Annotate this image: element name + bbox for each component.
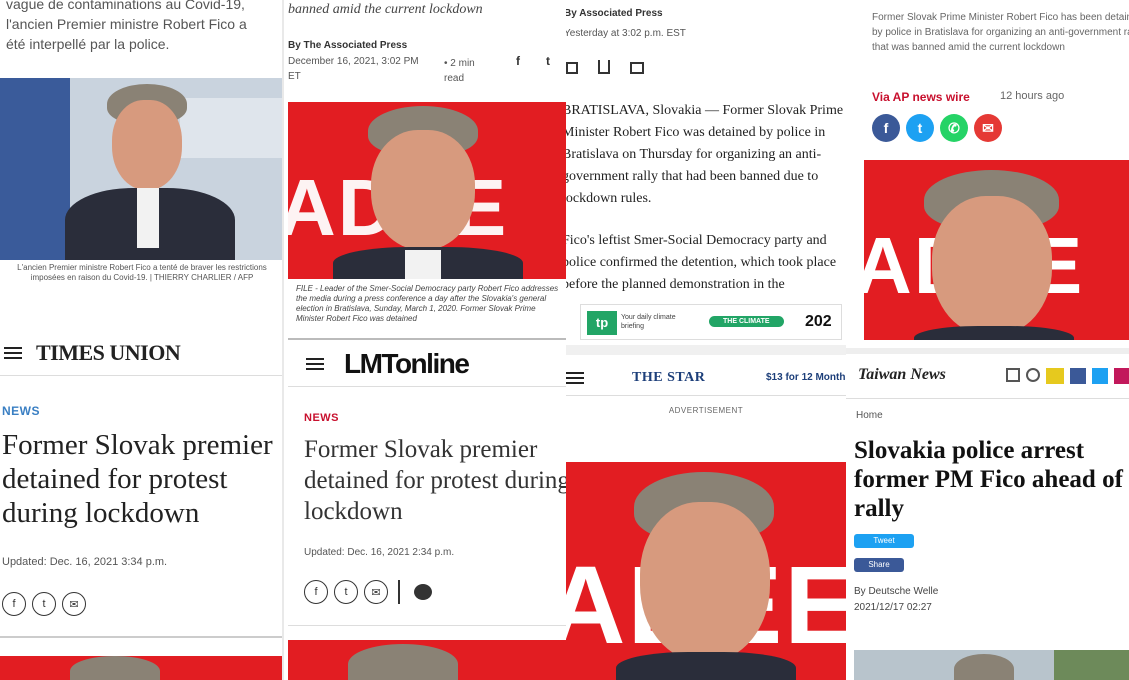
the-star-article: By Associated Press Yesterday at 3:02 p.… — [566, 0, 846, 680]
lmtonline-article: banned amid the current lockdown By The … — [284, 0, 566, 680]
share-buttons: f t ✉ — [2, 592, 92, 616]
search-icon[interactable] — [1026, 368, 1040, 382]
byline: By Deutsche Welle — [854, 586, 939, 597]
tweet-label: Tweet — [873, 536, 895, 545]
top-line-1: vague de contaminations au Covid-19, — [6, 0, 245, 12]
times-union-article: vague de contaminations au Covid-19, l'a… — [0, 0, 282, 680]
headline: Former Slovak premier detained for prote… — [2, 429, 273, 529]
taiwan-news-article: Former Slovak Prime Minister Robert Fico… — [846, 0, 1129, 680]
twitter-icon[interactable]: t — [32, 592, 56, 616]
top-text: vague de contaminations au Covid-19, l'a… — [6, 0, 282, 54]
section-tag[interactable]: NEWS — [2, 404, 40, 418]
byline: By Associated Press — [566, 8, 663, 19]
email-icon[interactable]: ✉ — [364, 580, 388, 604]
advertisement-label: ADVERTISEMENT — [668, 406, 744, 415]
site-logo[interactable]: THE STAR — [632, 370, 705, 386]
email-icon[interactable]: ✉ — [62, 592, 86, 616]
share-label: Share — [868, 560, 890, 569]
read-time: • 2 min read — [444, 58, 475, 84]
photo-caption: L'ancien Premier ministre Robert Fico a … — [17, 263, 267, 282]
updated-timestamp: Updated: Dec. 16, 2021 3:34 p.m. — [2, 556, 168, 568]
fb-share-button[interactable]: Share — [854, 558, 904, 572]
headline: Slovakia police arrest former PM Fico ah… — [854, 437, 1123, 522]
subscribe-link[interactable]: $13 for 12 Months — [766, 372, 846, 383]
tweet-button[interactable]: Tweet — [854, 534, 914, 548]
menu-icon[interactable] — [566, 372, 584, 384]
menu-icon[interactable] — [1006, 368, 1020, 382]
comment-icon[interactable] — [414, 584, 432, 600]
top-text: Former Slovak Prime Minister Robert Fico… — [872, 12, 1129, 53]
twitter-icon[interactable]: t — [546, 54, 550, 68]
headline: Former Slovak premier detained for prote… — [304, 436, 566, 525]
twitter-icon[interactable]: t — [906, 114, 934, 142]
date-tz: ET — [288, 71, 301, 82]
twitter-icon[interactable] — [1092, 368, 1108, 384]
fico-photo-bottom — [0, 656, 282, 680]
fico-photo-bottom — [288, 640, 566, 680]
facebook-icon[interactable]: f — [516, 54, 520, 68]
byline: By The Associated Press — [288, 40, 408, 51]
menu-icon[interactable] — [4, 347, 22, 359]
facebook-icon[interactable]: f — [2, 592, 26, 616]
body-paragraph-1: BRATISLAVA, Slovakia — Former Slovak Pri… — [566, 103, 844, 206]
date: 2021/12/17 02:27 — [854, 602, 932, 613]
climate-ad[interactable]: tp Your daily climate briefing THE CLIMA… — [580, 304, 842, 340]
ad-pill: THE CLIMATE — [709, 316, 784, 327]
menu-icon[interactable] — [306, 358, 324, 370]
header-icons — [1006, 368, 1129, 384]
share-buttons: f t ✉ — [304, 580, 432, 604]
bottom-photo — [854, 650, 1129, 680]
divider — [398, 580, 400, 604]
top-line-3: été interpellé par la police. — [6, 36, 170, 52]
breadcrumb[interactable]: Home — [856, 410, 883, 421]
ad-number: 202 — [805, 313, 832, 330]
email-icon[interactable]: ✉ — [974, 114, 1002, 142]
share-icon[interactable] — [598, 60, 610, 74]
whatsapp-icon[interactable]: ✆ — [940, 114, 968, 142]
updated-timestamp: Updated: Dec. 16, 2021 2:34 p.m. — [304, 547, 455, 558]
body-paragraph-2: Fico's leftist Smer-Social Democracy par… — [566, 233, 837, 292]
top-line-2: l'ancien Premier ministre Robert Fico a — [6, 16, 247, 32]
ad-logo: tp — [587, 311, 617, 335]
timestamp: 12 hours ago — [1000, 90, 1065, 102]
date: December 16, 2021, 3:02 PM — [288, 56, 419, 67]
photo-caption: FILE - Leader of the Smer-Social Democra… — [296, 284, 559, 323]
print-icon[interactable] — [566, 62, 578, 74]
more-icon[interactable] — [1114, 368, 1129, 384]
section-tag[interactable]: NEWS — [304, 412, 339, 424]
fico-photo-red: ADEE — [288, 102, 566, 279]
facebook-icon[interactable] — [1070, 368, 1086, 384]
site-logo[interactable]: Taiwan News — [858, 366, 946, 384]
app-icon[interactable] — [1046, 368, 1064, 384]
date: Yesterday at 3:02 p.m. EST — [566, 28, 686, 39]
comment-icon[interactable] — [630, 62, 644, 74]
site-logo[interactable]: LMTonline — [344, 348, 470, 380]
share-buttons: f t ✆ ✉ — [872, 114, 1008, 142]
top-text: banned amid the current lockdown — [288, 2, 483, 17]
twitter-icon[interactable]: t — [334, 580, 358, 604]
fico-photo-red: ADEE — [864, 160, 1129, 340]
fico-photo-large: ADEE — [566, 462, 846, 680]
ad-text: Your daily climate briefing — [621, 314, 676, 330]
fico-photo-eu — [0, 78, 282, 260]
facebook-icon[interactable]: f — [304, 580, 328, 604]
facebook-icon[interactable]: f — [872, 114, 900, 142]
source-link[interactable]: Via AP news wire — [872, 90, 970, 104]
site-logo[interactable]: TIMES UNION — [36, 340, 181, 366]
